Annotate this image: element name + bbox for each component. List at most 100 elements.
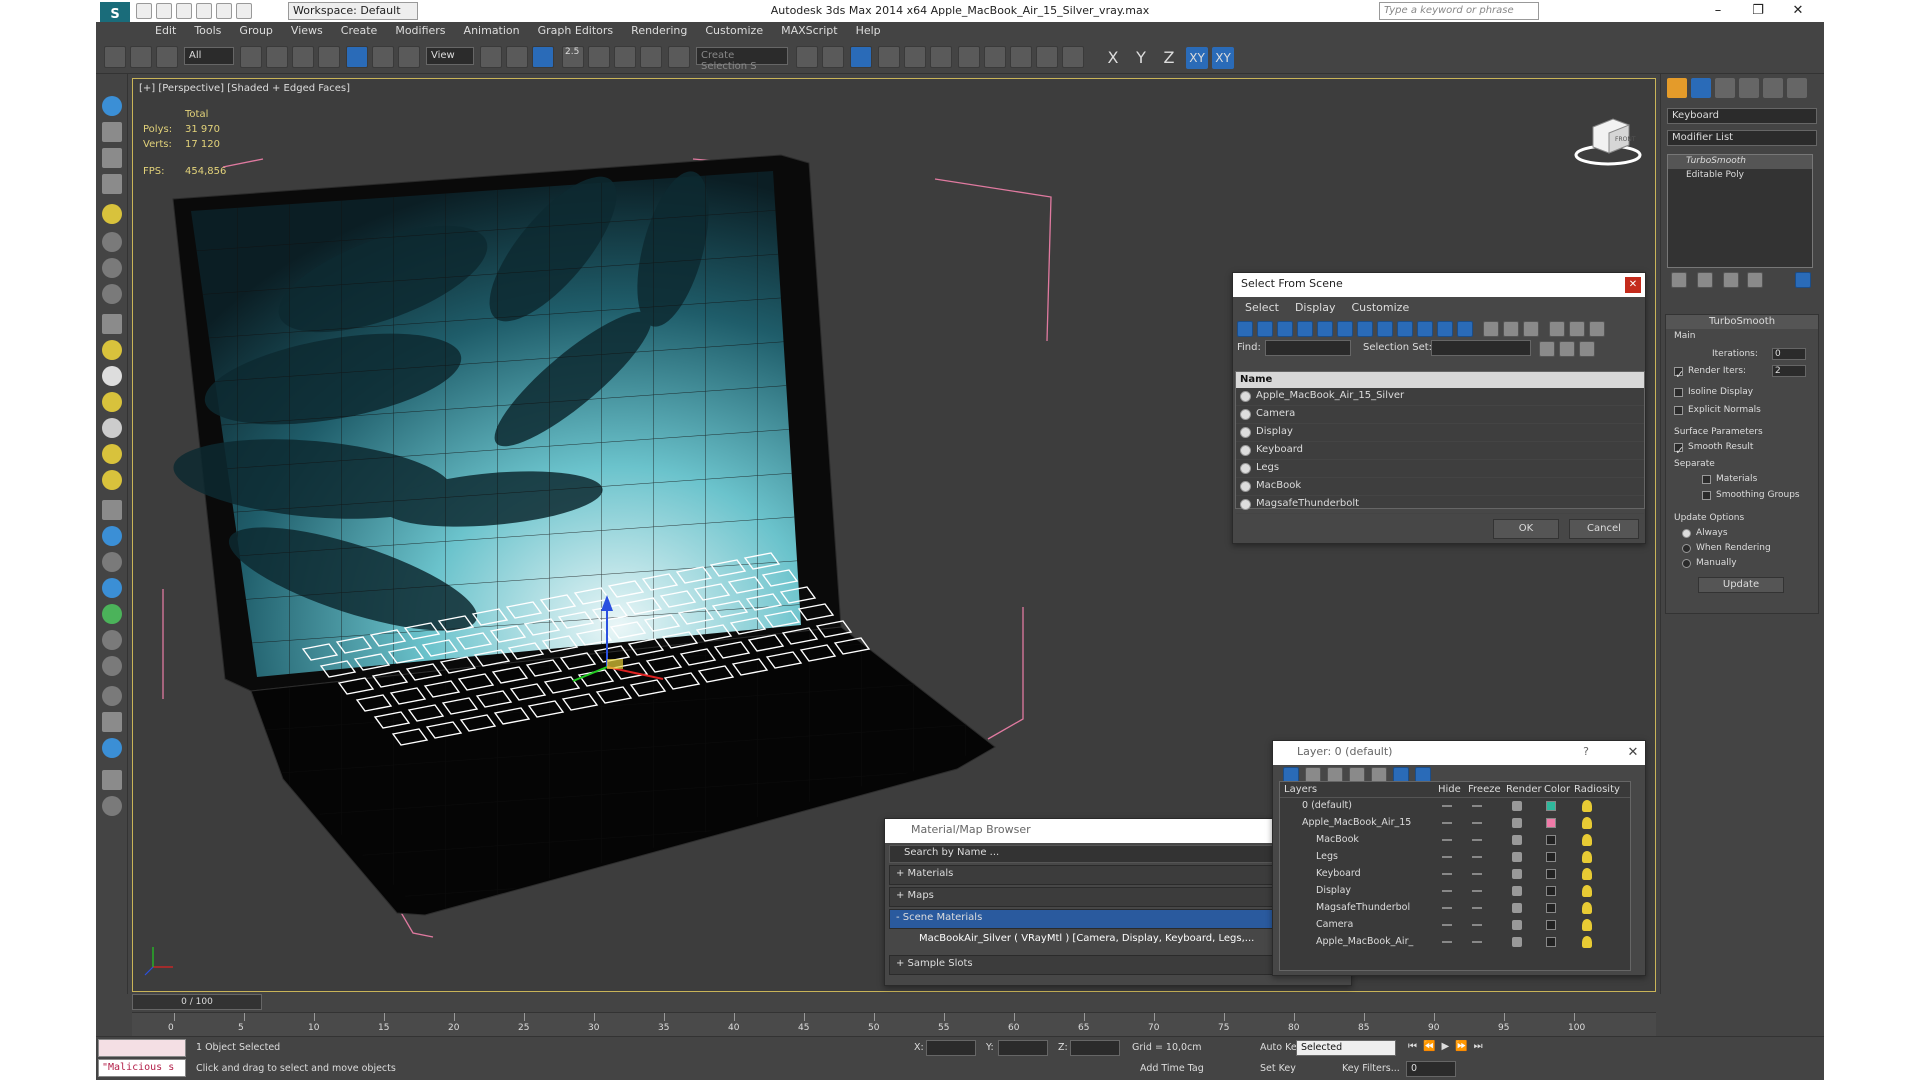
load-selection-set-icon[interactable] xyxy=(1559,341,1575,357)
list-icon[interactable] xyxy=(102,148,122,168)
region-select-icon[interactable] xyxy=(292,46,314,68)
cone-icon[interactable] xyxy=(102,418,122,438)
hide-toggle[interactable] xyxy=(1442,890,1452,892)
freeze-toggle[interactable] xyxy=(1472,822,1482,824)
layer-color-swatch[interactable] xyxy=(1546,903,1556,913)
radiosity-bulb-icon[interactable] xyxy=(1582,919,1592,931)
utility-icon[interactable] xyxy=(102,770,122,790)
layer-color-swatch[interactable] xyxy=(1546,818,1556,828)
layer-color-swatch[interactable] xyxy=(1546,937,1556,947)
col-render[interactable]: Render xyxy=(1506,784,1542,795)
display-tab-icon[interactable] xyxy=(1763,78,1783,98)
save-file-icon[interactable] xyxy=(176,3,192,19)
bind-space-warp-icon[interactable] xyxy=(156,46,178,68)
workspace-dropdown[interactable]: Workspace: Default xyxy=(288,2,418,20)
maxscript-listener-top[interactable] xyxy=(98,1039,186,1057)
manually-radio[interactable] xyxy=(1682,559,1691,568)
render-toggle-icon[interactable] xyxy=(1512,920,1522,930)
spacewarp-icon[interactable] xyxy=(102,284,122,304)
select-rotate-icon[interactable] xyxy=(372,46,394,68)
filter-xrefs-icon[interactable] xyxy=(1377,321,1393,337)
axis-x-button[interactable]: X xyxy=(1102,48,1124,67)
sun-icon[interactable] xyxy=(102,444,122,464)
project-folder-icon[interactable] xyxy=(236,3,252,19)
select-invert-icon[interactable] xyxy=(1523,321,1539,337)
radiosity-bulb-icon[interactable] xyxy=(1582,902,1592,914)
curve-editor-icon[interactable] xyxy=(930,46,952,68)
freeze-toggle[interactable] xyxy=(1472,873,1482,875)
layer-manager-icon[interactable] xyxy=(878,46,900,68)
maxscript-listener[interactable]: "Malicious s xyxy=(98,1059,186,1077)
material-icon[interactable] xyxy=(102,712,122,732)
go-to-start-icon[interactable]: ⏮ xyxy=(1408,1041,1417,1052)
selection-set-dropdown[interactable] xyxy=(1431,340,1531,356)
render-production-icon[interactable] xyxy=(1062,46,1084,68)
render-toggle-icon[interactable] xyxy=(1512,818,1522,828)
hide-toggle[interactable] xyxy=(1442,839,1452,841)
key-mode-dropdown[interactable]: Selected xyxy=(1296,1040,1396,1056)
y-coord-field[interactable] xyxy=(998,1040,1048,1056)
iterations-spinner[interactable]: 0 xyxy=(1772,348,1806,360)
hide-toggle[interactable] xyxy=(1442,822,1452,824)
hemisphere-icon[interactable] xyxy=(102,340,122,360)
ribbon-icon[interactable] xyxy=(904,46,926,68)
list-item[interactable]: Keyboard xyxy=(1236,442,1644,460)
hierarchy-tab-icon[interactable] xyxy=(1715,78,1735,98)
list-item[interactable]: MagsafeThunderbolt xyxy=(1236,496,1644,514)
layer-color-swatch[interactable] xyxy=(1546,852,1556,862)
spinner-snap-icon[interactable] xyxy=(640,46,662,68)
helper-icon[interactable] xyxy=(102,258,122,278)
hide-toggle[interactable] xyxy=(1442,873,1452,875)
selection-filter-dropdown[interactable]: All xyxy=(184,47,234,65)
show-end-result-icon[interactable] xyxy=(1697,272,1713,288)
list-item[interactable]: Camera xyxy=(1236,406,1644,424)
render-setup-icon[interactable] xyxy=(1010,46,1032,68)
viewcube[interactable]: FRONT xyxy=(1573,109,1642,166)
named-selection-set-input[interactable]: Create Selection S xyxy=(696,47,788,72)
current-frame-field[interactable]: 0 xyxy=(1406,1061,1456,1077)
render-toggle-icon[interactable] xyxy=(1512,801,1522,811)
select-link-icon[interactable] xyxy=(104,46,126,68)
hide-toggle[interactable] xyxy=(1442,924,1452,926)
table-row[interactable]: Camera xyxy=(1280,917,1630,934)
time-slider[interactable]: 0 / 100 xyxy=(132,994,262,1010)
hide-toggle[interactable] xyxy=(1442,805,1452,807)
open-file-icon[interactable] xyxy=(156,3,172,19)
menu-customize[interactable]: Customize xyxy=(696,22,772,40)
camera-icon[interactable] xyxy=(102,232,122,252)
track-bar[interactable]: 0 5 10 15 20 25 30 35 40 45 50 55 60 65 70 75 80 85 90 95 10… xyxy=(132,1012,1656,1036)
filter-spacewarps-icon[interactable] xyxy=(1337,321,1353,337)
list-item[interactable]: MacBook xyxy=(1236,478,1644,496)
menu-rendering[interactable]: Rendering xyxy=(622,22,696,40)
freeze-toggle[interactable] xyxy=(1472,907,1482,909)
freeze-toggle[interactable] xyxy=(1472,805,1482,807)
torus-icon[interactable] xyxy=(102,470,122,490)
new-file-icon[interactable] xyxy=(136,3,152,19)
filter-groups-icon[interactable] xyxy=(1357,321,1373,337)
col-layers[interactable]: Layers xyxy=(1284,784,1317,795)
render-toggle-icon[interactable] xyxy=(1512,937,1522,947)
maximize-button[interactable]: ❐ xyxy=(1738,0,1778,22)
reference-coordinate-dropdown[interactable]: View xyxy=(426,47,474,65)
menu-help[interactable]: Help xyxy=(847,22,890,40)
make-unique-icon[interactable] xyxy=(1723,272,1739,288)
motion-tab-icon[interactable] xyxy=(1739,78,1759,98)
save-selection-set-icon[interactable] xyxy=(1539,341,1555,357)
select-move-icon[interactable] xyxy=(346,46,368,68)
material-editor-icon[interactable] xyxy=(984,46,1006,68)
select-scale-icon[interactable] xyxy=(398,46,420,68)
hierarchy-icon[interactable] xyxy=(1569,321,1585,337)
radiosity-bulb-icon[interactable] xyxy=(1582,885,1592,897)
modifier-editable-poly[interactable]: Editable Poly xyxy=(1668,169,1812,183)
undo-icon[interactable] xyxy=(196,3,212,19)
modifier-list-dropdown[interactable]: Modifier List xyxy=(1667,130,1817,146)
hide-toggle[interactable] xyxy=(1442,941,1452,943)
select-none-icon[interactable] xyxy=(1503,321,1519,337)
help-button[interactable]: ? xyxy=(1583,745,1589,758)
radiosity-bulb-icon[interactable] xyxy=(1582,868,1592,880)
snap-toggle-icon[interactable]: 2.5 xyxy=(562,46,584,68)
freeze-toggle[interactable] xyxy=(1472,941,1482,943)
freeze-toggle[interactable] xyxy=(1472,924,1482,926)
columns-icon[interactable] xyxy=(1589,321,1605,337)
z-coord-field[interactable] xyxy=(1070,1040,1120,1056)
